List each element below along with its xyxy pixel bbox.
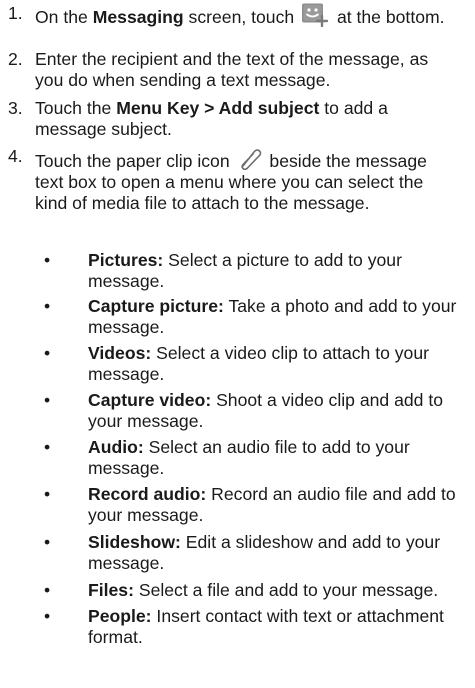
menu-key-add-subject-label: Menu Key > Add subject: [116, 98, 320, 118]
option-name: Capture video:: [88, 390, 212, 410]
step-text: Touch the Menu Key > Add subject to add …: [35, 98, 388, 139]
media-option-capture-picture: • Capture picture: Take a photo and add …: [44, 296, 464, 338]
bullet-dot: •: [44, 606, 51, 626]
media-option-record-audio: • Record audio: Record an audio file and…: [44, 484, 464, 526]
step-number: 3.: [8, 98, 23, 118]
step-1: 1. On the Messaging screen, touch at the…: [8, 3, 460, 28]
step-3: 3. Touch the Menu Key > Add subject to a…: [8, 98, 460, 140]
media-option-people: • People: Insert contact with text or at…: [44, 606, 464, 648]
bullet-dot: •: [44, 532, 51, 552]
option-description: Select a file and add to your message.: [133, 580, 439, 600]
bullet-dot: •: [44, 484, 51, 504]
bullet-dot: •: [44, 390, 51, 410]
step-text: On the Messaging screen, touch at the bo…: [35, 3, 460, 28]
step-text: Touch the paper clip icon beside the mes…: [35, 146, 460, 214]
option-name: Pictures:: [88, 250, 164, 270]
option-name: People:: [88, 606, 152, 626]
step-4: 4. Touch the paper clip icon beside the …: [8, 146, 460, 214]
media-option-audio: • Audio: Select an audio file to add to …: [44, 437, 464, 479]
media-option-videos: • Videos: Select a video clip to attach …: [44, 343, 464, 385]
messaging-screen-label: Messaging: [92, 7, 184, 27]
option-name: Record audio:: [88, 484, 207, 504]
bullet-dot: •: [44, 250, 51, 270]
step-2: 2. Enter the recipient and the text of t…: [8, 49, 460, 91]
step-number: 1.: [8, 3, 23, 23]
option-name: Files:: [88, 580, 134, 600]
option-name: Audio:: [88, 437, 144, 457]
option-name: Videos:: [88, 343, 152, 363]
bullet-dot: •: [44, 296, 51, 316]
new-message-icon: [302, 3, 329, 27]
media-option-capture-video: • Capture video: Shoot a video clip and …: [44, 390, 464, 432]
media-option-files: • Files: Select a file and add to your m…: [44, 580, 464, 601]
step-number: 4.: [8, 146, 23, 166]
paper-clip-icon: [240, 149, 261, 170]
bullet-dot: •: [44, 580, 51, 600]
bullet-dot: •: [44, 343, 51, 363]
bullet-dot: •: [44, 437, 51, 457]
option-name: Capture picture:: [88, 296, 224, 316]
media-option-slideshow: • Slideshow: Edit a slideshow and add to…: [44, 532, 464, 574]
step-text: Enter the recipient and the text of the …: [35, 49, 429, 90]
step-number: 2.: [8, 49, 23, 69]
media-option-pictures: • Pictures: Select a picture to add to y…: [44, 250, 464, 292]
option-name: Slideshow:: [88, 532, 181, 552]
